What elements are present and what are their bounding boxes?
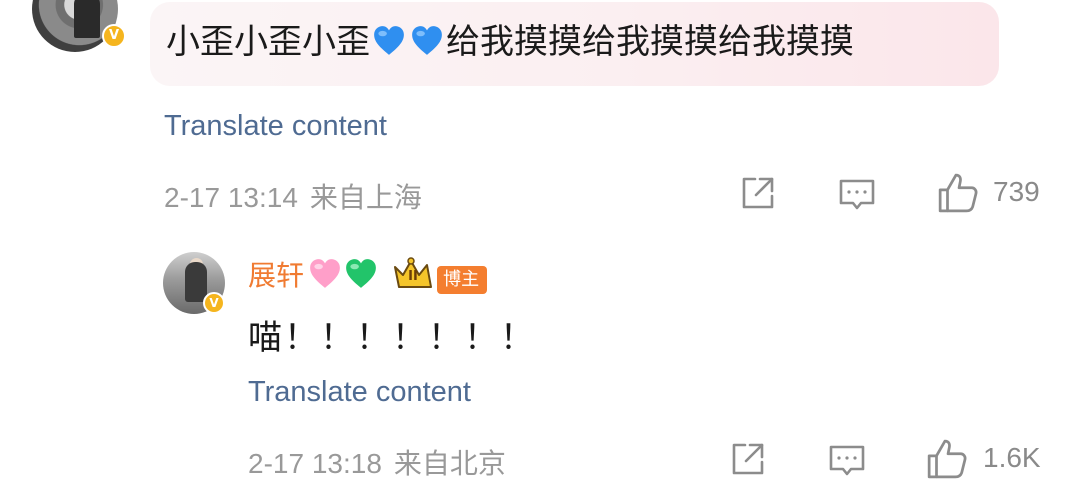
comment-text-part1: 小歪小歪小歪 [166, 22, 370, 62]
reply-meta: 2-17 13:18 来自北京 [248, 442, 506, 482]
crown-level: II [408, 269, 418, 284]
verified-badge: V [102, 24, 126, 48]
reply-location: 来自北京 [393, 448, 506, 479]
share-icon[interactable] [739, 174, 777, 212]
comment-icon[interactable] [838, 176, 876, 214]
translate-content-link[interactable]: Translate content [164, 110, 387, 143]
pink-heart-emoji-icon [310, 259, 340, 288]
reply-header: 展轩 II 博主 [248, 254, 488, 294]
translate-content-link[interactable]: Translate content [248, 376, 471, 409]
blogger-tag: 博主 [437, 266, 488, 294]
like-count: 1.6K [983, 442, 1041, 473]
reply-time: 2-17 13:18 [248, 448, 382, 479]
blue-heart-emoji-icon [374, 26, 404, 55]
like-count: 739 [993, 176, 1040, 207]
crown-badge-icon: II [393, 257, 437, 291]
green-heart-emoji-icon [346, 259, 376, 288]
comment-icon[interactable] [828, 442, 866, 480]
reply-username[interactable]: 展轩 [248, 259, 304, 292]
reply-text: 喵！！！！！！！ [248, 318, 536, 358]
comment-location: 来自上海 [309, 182, 422, 213]
comment-meta: 2-17 13:14 来自上海 [164, 176, 422, 216]
share-icon[interactable] [729, 440, 767, 478]
verified-badge: V [203, 292, 225, 314]
comment-time: 2-17 13:14 [164, 182, 298, 213]
blue-heart-emoji-icon [412, 26, 442, 55]
like-icon[interactable] [926, 438, 968, 480]
comment-text: 小歪小歪小歪 给我摸摸给我摸摸给我摸摸 [166, 12, 854, 72]
like-icon[interactable] [937, 172, 979, 214]
comment-text-part2: 给我摸摸给我摸摸给我摸摸 [446, 22, 854, 62]
